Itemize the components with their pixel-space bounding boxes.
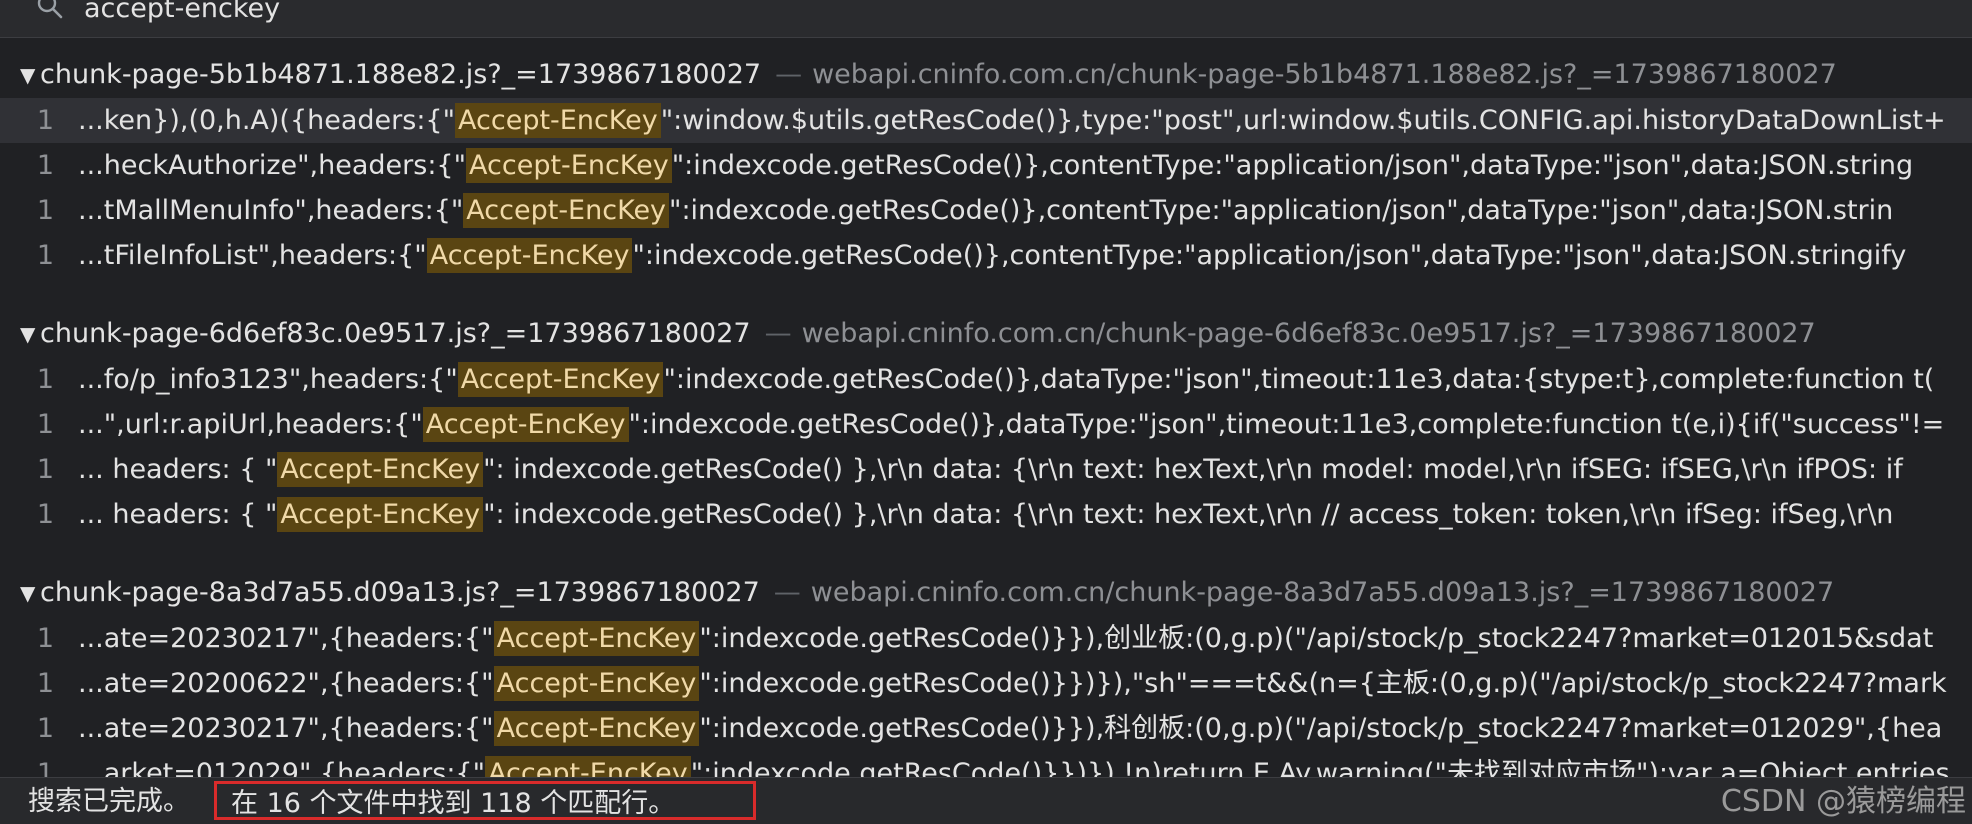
- match-summary: 在 16 个文件中找到 118 个匹配行。: [214, 781, 756, 820]
- match-row[interactable]: 1 ...ate=20200622",{headers:{" Accept-EncK…: [0, 661, 1972, 706]
- status-bar: 搜索已完成。 在 16 个文件中找到 118 个匹配行。 CSDN @猿榜编程: [0, 777, 1972, 824]
- line-number: 1: [36, 364, 54, 395]
- line-number: 1: [36, 668, 54, 699]
- match-prefix: ...ate=20200622",{headers:{": [78, 668, 494, 699]
- line-number: 1: [36, 713, 54, 744]
- search-icon: [37, 0, 63, 19]
- match-highlight: Accept-EncKey: [455, 103, 661, 138]
- search-bar: [0, 0, 1972, 38]
- file-header[interactable]: ▼ chunk-page-6d6ef83c.0e9517.js?_=1739867…: [0, 311, 1972, 357]
- match-highlight: Accept-EncKey: [493, 621, 700, 656]
- match-row[interactable]: 1 ...tFileInfoList",headers:{" Accept-EncK…: [0, 233, 1972, 278]
- file-url-text: webapi.cninfo.com.cn/chunk-page-8a3d7a55…: [810, 577, 1835, 608]
- file-name: chunk-page-8a3d7a55.d09a13.js?_=17398671…: [40, 577, 760, 608]
- file-header[interactable]: ▼ chunk-page-8a3d7a55.d09a13.js?_=1739867…: [0, 570, 1972, 616]
- match-highlight: Accept-EncKey: [277, 497, 484, 532]
- match-highlight: Accept-EncKey: [493, 711, 700, 746]
- line-number: 1: [36, 454, 54, 485]
- match-prefix: ... headers: { ": [78, 454, 278, 485]
- match-suffix: ":indexcode.getResCode()},contentType:"a…: [632, 240, 1907, 271]
- match-suffix: ":indexcode.getResCode()}}),创业板:(0,g.p)(…: [699, 623, 1934, 654]
- match-suffix: ":indexcode.getResCode()},dataType:"json…: [628, 409, 1945, 440]
- line-number: 1: [36, 195, 54, 226]
- match-prefix: ...",url:r.apiUrl,headers:{": [78, 409, 423, 440]
- collapse-triangle-icon[interactable]: ▼: [20, 570, 40, 616]
- line-number: 1: [36, 499, 54, 530]
- match-row[interactable]: 1 ...",url:r.apiUrl,headers:{" Accept-EncK…: [0, 402, 1972, 447]
- match-highlight: Accept-EncKey: [426, 238, 633, 273]
- match-row[interactable]: 1 ... headers: { " Accept-EncKey ": indexco…: [0, 492, 1972, 537]
- match-suffix: ":indexcode.getResCode()},contentType:"a…: [671, 150, 1914, 181]
- watermark: CSDN @猿榜编程: [1720, 784, 1966, 819]
- match-highlight: Accept-EncKey: [457, 362, 664, 397]
- match-prefix: ...fo/p_info3123",headers:{": [78, 364, 458, 395]
- match-row[interactable]: 1 ...tMallMenuInfo",headers:{" Accept-EncK…: [0, 188, 1972, 233]
- match-prefix: ...tMallMenuInfo",headers:{": [78, 195, 464, 226]
- line-number: 1: [36, 409, 54, 440]
- match-suffix: ":indexcode.getResCode()}})}),"sh"===t&&…: [699, 668, 1947, 699]
- match-suffix: ":indexcode.getResCode()},dataType:"json…: [663, 364, 1935, 395]
- separator-dash: —: [773, 577, 801, 608]
- file-name: chunk-page-5b1b4871.188e82.js?_=17398671…: [40, 59, 762, 90]
- file-name: chunk-page-6d6ef83c.0e9517.js?_=17398671…: [40, 318, 751, 349]
- match-highlight: Accept-EncKey: [463, 193, 670, 228]
- match-highlight: Accept-EncKey: [466, 148, 672, 183]
- match-row[interactable]: 1 ...ken}),(0,h.A)({headers:{" Accept-EncK…: [0, 98, 1972, 143]
- match-row[interactable]: 1 ...heckAuthorize",headers:{" Accept-EncK…: [0, 143, 1972, 188]
- line-number: 1: [36, 150, 54, 181]
- file-url-text: webapi.cninfo.com.cn/chunk-page-6d6ef83c…: [801, 318, 1816, 349]
- match-suffix: ":indexcode.getResCode()},contentType:"a…: [669, 195, 1894, 226]
- collapse-triangle-icon[interactable]: ▼: [20, 52, 40, 98]
- file-header[interactable]: ▼ chunk-page-5b1b4871.188e82.js?_=1739867…: [0, 52, 1972, 98]
- search-complete-text: 搜索已完成。: [28, 786, 190, 817]
- file-url: — webapi.cninfo.com.cn/chunk-page-6d6ef83…: [765, 318, 1816, 349]
- line-number: 1: [36, 623, 54, 654]
- file-url-text: webapi.cninfo.com.cn/chunk-page-5b1b4871…: [812, 59, 1837, 90]
- match-suffix: ":indexcode.getResCode()}}),科创板:(0,g.p)(…: [699, 713, 1943, 744]
- match-prefix: ...ate=20230217",{headers:{": [78, 623, 494, 654]
- search-input[interactable]: [84, 0, 1784, 28]
- match-prefix: ...ken}),(0,h.A)({headers:{": [78, 105, 456, 136]
- result-group: ▼ chunk-page-6d6ef83c.0e9517.js?_=1739867…: [0, 311, 1972, 537]
- line-number: 1: [36, 105, 54, 136]
- match-highlight: Accept-EncKey: [493, 666, 700, 701]
- match-row[interactable]: 1 ... headers: { " Accept-EncKey ": indexco…: [0, 447, 1972, 492]
- match-highlight: Accept-EncKey: [422, 407, 629, 442]
- search-results-panel: ▼chunk-page-5b1b4871.188e82.js?_=1739867…: [0, 0, 1972, 824]
- separator-dash: —: [764, 318, 792, 349]
- match-suffix: ": indexcode.getResCode() },\r\n data: {…: [483, 454, 1903, 485]
- match-suffix: ":window.$utils.getResCode()},type:"post…: [660, 105, 1946, 136]
- file-url: — webapi.cninfo.com.cn/chunk-page-8a3d7a5…: [774, 577, 1834, 608]
- match-suffix: ": indexcode.getResCode() },\r\n data: {…: [483, 499, 1894, 530]
- match-row[interactable]: 1 ...ate=20230217",{headers:{" Accept-EncK…: [0, 706, 1972, 751]
- separator-dash: —: [775, 59, 803, 90]
- match-prefix: ... headers: { ": [78, 499, 278, 530]
- result-group: ▼ chunk-page-5b1b4871.188e82.js?_=1739867…: [0, 52, 1972, 278]
- collapse-triangle-icon[interactable]: ▼: [20, 311, 40, 357]
- match-row[interactable]: 1 ...fo/p_info3123",headers:{" Accept-EncK…: [0, 357, 1972, 402]
- match-prefix: ...ate=20230217",{headers:{": [78, 713, 494, 744]
- match-prefix: ...heckAuthorize",headers:{": [78, 150, 467, 181]
- results-list: ▼ chunk-page-5b1b4871.188e82.js?_=1739867…: [0, 52, 1972, 824]
- match-prefix: ...tFileInfoList",headers:{": [78, 240, 427, 271]
- result-group: ▼ chunk-page-8a3d7a55.d09a13.js?_=1739867…: [0, 570, 1972, 796]
- match-highlight: Accept-EncKey: [277, 452, 484, 487]
- file-url: — webapi.cninfo.com.cn/chunk-page-5b1b487…: [775, 59, 1837, 90]
- line-number: 1: [36, 240, 54, 271]
- match-row[interactable]: 1 ...ate=20230217",{headers:{" Accept-EncK…: [0, 616, 1972, 661]
